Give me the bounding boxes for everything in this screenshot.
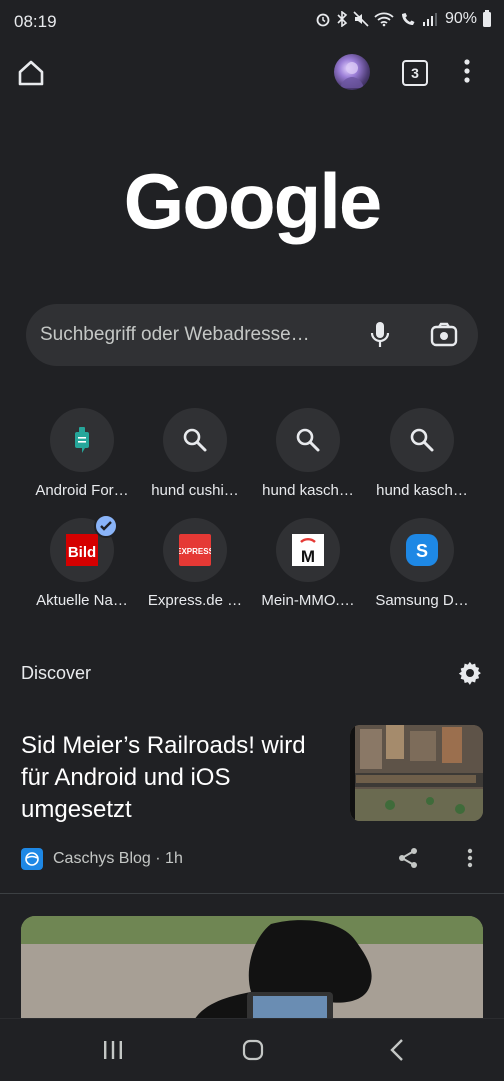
discover-heading: Discover	[21, 663, 92, 683]
status-time: 08:19	[14, 12, 57, 31]
google-logo: Google	[123, 157, 383, 245]
home-icon	[18, 60, 44, 86]
shortcut-icon-circle	[390, 408, 454, 472]
system-home-button[interactable]	[242, 1039, 264, 1066]
shortcut-label: Samsung D…	[375, 592, 469, 609]
shortcut-label: hund cushi…	[151, 482, 239, 499]
bluetooth-icon	[337, 11, 348, 27]
more-vert-icon	[464, 59, 470, 83]
shortcut-tile[interactable]: EXPRESS Express.de …	[139, 518, 251, 609]
blog-logo-glyph-icon	[25, 852, 39, 866]
android-forums-icon	[75, 427, 89, 453]
shortcut-icon-circle: S	[390, 518, 454, 582]
shortcut-tile[interactable]: hund kasch…	[252, 408, 364, 499]
more-vert-icon	[467, 848, 473, 868]
caschys-blog-logo-icon	[21, 848, 43, 870]
shortcut-label: Aktuelle Na…	[36, 592, 128, 609]
shortcut-tile[interactable]: M Mein-MMO.…	[252, 518, 364, 609]
express-logo-icon: EXPRESS	[179, 534, 211, 566]
shortcut-label: hund kasch…	[376, 482, 468, 499]
express-logo-text: EXPRESS	[179, 547, 211, 556]
wifi-calling-icon	[401, 13, 415, 25]
shortcut-tile[interactable]: Bild Aktuelle Na…	[26, 514, 138, 609]
dog-photo-image	[21, 916, 483, 1026]
wifi-icon	[374, 12, 394, 27]
share-button[interactable]	[396, 846, 420, 875]
back-icon	[390, 1039, 403, 1061]
shortcut-icon-circle	[163, 408, 227, 472]
shortcut-label: hund kasch…	[262, 482, 354, 499]
home-button[interactable]	[14, 56, 48, 90]
search-icon	[410, 428, 434, 452]
mute-icon	[353, 11, 369, 27]
verified-badge	[94, 514, 118, 538]
article-more-button[interactable]	[462, 846, 478, 875]
mein-mmo-logo-text: M	[301, 547, 315, 566]
shortcut-label: Express.de …	[147, 592, 243, 609]
system-back-button[interactable]	[388, 1037, 406, 1068]
shortcut-icon-circle	[50, 408, 114, 472]
bild-logo-icon: Bild	[66, 534, 98, 566]
article-card-image[interactable]	[21, 916, 483, 1026]
shortcut-tile[interactable]: hund kasch…	[366, 408, 478, 499]
gear-icon	[458, 661, 481, 685]
shortcut-label: Android For…	[35, 482, 129, 499]
profile-avatar[interactable]	[334, 54, 370, 90]
battery-icon	[483, 10, 491, 27]
alarm-icon	[316, 13, 330, 27]
lens-search-button[interactable]	[430, 322, 458, 353]
article-thumbnail-image	[350, 725, 483, 821]
search-placeholder: Suchbegriff oder Webadresse…	[40, 324, 310, 345]
shortcut-icon-circle: M	[276, 518, 340, 582]
search-icon	[183, 428, 207, 452]
home-pill-icon	[242, 1039, 264, 1061]
recents-icon	[104, 1041, 122, 1059]
shortcut-icon-circle: Bild	[50, 514, 118, 582]
shortcut-label: Mein-MMO.…	[261, 592, 355, 609]
bild-logo-text: Bild	[68, 544, 96, 561]
overflow-menu-button[interactable]	[456, 56, 478, 86]
article-thumbnail[interactable]	[350, 725, 483, 821]
discover-settings-button[interactable]	[457, 660, 483, 691]
article-source-text: Caschys Blog · 1h	[53, 850, 183, 867]
check-icon	[100, 521, 112, 531]
shortcut-tile[interactable]: S Samsung D…	[366, 518, 478, 609]
shortcut-tile[interactable]: Android For…	[26, 408, 138, 499]
tab-switcher-button[interactable]: 3	[402, 60, 428, 86]
mein-mmo-logo-icon: M	[292, 534, 324, 566]
shortcut-icon-circle: EXPRESS	[163, 518, 227, 582]
voice-search-button[interactable]	[370, 321, 390, 354]
article-source[interactable]: Caschys Blog · 1h	[21, 848, 183, 870]
camera-icon	[430, 322, 458, 347]
system-nav-bar	[0, 1018, 504, 1081]
feed-divider	[0, 893, 504, 894]
recent-apps-button[interactable]	[102, 1039, 124, 1066]
battery-percentage: 90%	[444, 10, 477, 27]
status-icons: 90%	[315, 10, 492, 28]
shortcut-tile[interactable]: hund cushi…	[139, 408, 251, 499]
mic-icon	[370, 322, 390, 347]
shortcut-icon-circle	[276, 408, 340, 472]
status-bar: 08:19 90%	[0, 0, 504, 44]
search-icon	[296, 428, 320, 452]
signal-icon	[422, 13, 437, 26]
browser-toolbar: 3	[0, 44, 504, 100]
avatar-image-icon	[340, 62, 364, 88]
samsung-logo-text: S	[416, 541, 428, 561]
share-icon	[399, 848, 417, 868]
samsung-logo-icon: S	[406, 534, 438, 566]
article-title[interactable]: Sid Meier’s Railroads! wird für Android …	[21, 730, 331, 826]
search-box[interactable]: Suchbegriff oder Webadresse…	[26, 304, 478, 366]
